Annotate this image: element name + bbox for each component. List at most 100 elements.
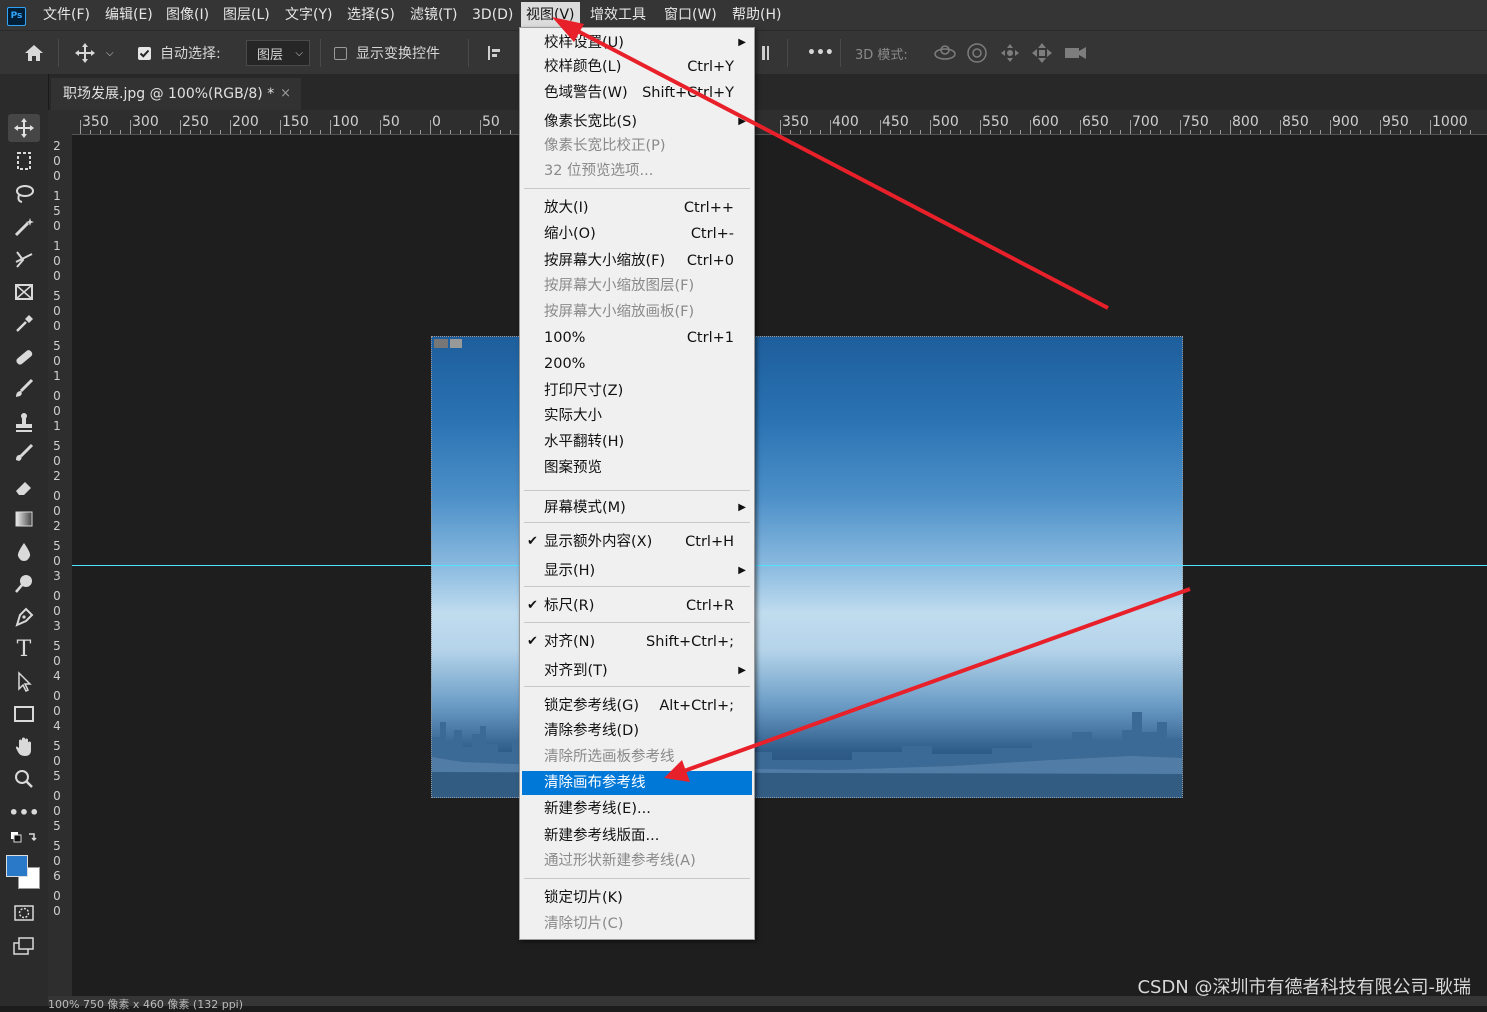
zoom-tool-icon[interactable] [8, 765, 40, 793]
view-menu-item[interactable]: 像素长宽比(S) ▶ [522, 110, 752, 134]
view-menu-item[interactable]: 新建参考线版面... [522, 824, 752, 848]
view-menu-item[interactable]: 图案预览 [522, 456, 752, 480]
dodge-tool-icon[interactable] [8, 570, 40, 598]
ruler-label: 0 [53, 889, 61, 903]
foreground-color-swatch[interactable] [6, 855, 28, 877]
view-menu-item[interactable]: 校样设置(U) ▶ [522, 31, 752, 55]
hand-tool-icon[interactable] [8, 733, 40, 761]
checkmark-icon: ✔ [527, 598, 538, 613]
move-tool-preset-icon[interactable]: ⌵ [74, 31, 114, 75]
view-menu-item[interactable]: 锁定切片(K) [522, 886, 752, 910]
ruler-label: 0 [53, 904, 61, 918]
view-menu-item[interactable]: 清除参考线(D) [522, 719, 752, 743]
horizontal-guide-line[interactable] [72, 565, 1487, 566]
horizontal-ruler[interactable]: 350 300 250 200 150 100 50 0 50 350 400 450 500 550 60… [72, 110, 1487, 135]
ruler-label: 2 [53, 139, 61, 153]
ruler-label: 0 [53, 604, 61, 618]
menu-edit[interactable]: 编辑(E) [100, 0, 158, 30]
brush-tool-icon[interactable] [8, 375, 40, 403]
screen-mode-icon[interactable] [8, 932, 40, 960]
view-menu-item[interactable]: ✔ 标尺(R) Ctrl+R [522, 594, 752, 618]
view-menu-item-shortcut: Ctrl+0 [686, 253, 734, 269]
view-menu-item[interactable]: ✔ 显示额外内容(X) Ctrl+H [522, 530, 752, 554]
view-menu-item[interactable]: 放大(I) Ctrl++ [522, 196, 752, 220]
rectangle-tool-icon[interactable] [8, 700, 40, 728]
view-menu-item[interactable]: 实际大小 [522, 404, 752, 428]
magic-wand-icon[interactable] [8, 213, 40, 241]
view-menu-item[interactable]: 显示(H) ▶ [522, 559, 752, 583]
ruler-tick [1200, 130, 1201, 134]
3d-slide-icon[interactable] [1031, 31, 1053, 75]
menu-layer[interactable]: 图层(L) [218, 0, 275, 30]
ruler-tick [910, 130, 911, 134]
view-menu-item[interactable]: 色域警告(W) Shift+Ctrl+Y [522, 81, 752, 105]
menu-image[interactable]: 图像(I) [161, 0, 214, 30]
type-tool-icon[interactable]: T [8, 635, 40, 663]
align-left-icon[interactable] [486, 31, 504, 75]
menu-file[interactable]: 文件(F) [38, 0, 95, 30]
marquee-tool-icon[interactable] [8, 147, 40, 175]
canvas-area[interactable] [72, 135, 1487, 1006]
view-menu-item-shortcut: Ctrl+H [685, 534, 734, 550]
view-menu-item[interactable]: 水平翻转(H) [522, 430, 752, 454]
vertical-ruler[interactable]: 2001501005005010015020025030035040045050… [48, 134, 73, 1006]
view-menu-item[interactable]: ✔ 对齐(N) Shift+Ctrl+; [522, 630, 752, 654]
color-swatches[interactable] [6, 855, 40, 889]
crop-tool-icon[interactable] [8, 245, 40, 273]
ruler-tick [1390, 130, 1391, 134]
view-menu-item[interactable]: 打印尺寸(Z) [522, 379, 752, 403]
menu-plugins[interactable]: 增效工具 [585, 0, 651, 30]
distribute-icon[interactable] [758, 31, 772, 75]
view-menu-item[interactable]: 校样颜色(L) Ctrl+Y [522, 55, 752, 79]
checkmark-icon: ✔ [527, 534, 538, 549]
view-menu-item[interactable]: 按屏幕大小缩放(F) Ctrl+0 [522, 249, 752, 273]
3d-orbit-icon[interactable] [932, 31, 958, 75]
view-menu-item: 按屏幕大小缩放图层(F) [522, 274, 752, 298]
menu-select[interactable]: 选择(S) [342, 0, 400, 30]
view-menu-item[interactable]: 缩小(O) Ctrl+- [522, 222, 752, 246]
ruler-label: 850 [1282, 114, 1309, 130]
menu-window[interactable]: 窗口(W) [659, 0, 722, 30]
history-brush-icon[interactable] [8, 440, 40, 468]
ruler-tick [230, 120, 231, 134]
close-icon[interactable]: × [280, 78, 291, 110]
eraser-icon[interactable] [8, 473, 40, 501]
menu-filter[interactable]: 滤镜(T) [405, 0, 462, 30]
document-tab[interactable]: 职场发展.jpg @ 100%(RGB/8) * × [51, 78, 301, 110]
view-menu-item[interactable]: 清除画布参考线 [522, 771, 752, 795]
more-options-icon[interactable]: ••• [807, 31, 834, 75]
menu-3d[interactable]: 3D(D) [467, 0, 518, 30]
ruler-tick [330, 120, 331, 134]
menu-type[interactable]: 文字(Y) [280, 0, 337, 30]
more-tools-icon[interactable]: ••• [8, 798, 40, 826]
pen-tool-icon[interactable] [8, 603, 40, 631]
show-transform-checkbox[interactable]: 显示变换控件 [334, 31, 440, 75]
ruler-tick [780, 120, 781, 134]
default-colors-icon[interactable] [8, 828, 40, 848]
frame-tool-icon[interactable] [8, 278, 40, 306]
layer-select-dropdown[interactable]: 图层 ⌵ [246, 40, 310, 66]
eyedropper-icon[interactable] [8, 310, 40, 338]
gradient-tool-icon[interactable] [8, 505, 40, 533]
home-icon[interactable] [22, 31, 46, 75]
healing-brush-icon[interactable] [8, 343, 40, 371]
show-transform-label: 显示变换控件 [356, 46, 440, 62]
3d-pan-icon[interactable] [999, 31, 1021, 75]
view-menu-item[interactable]: 新建参考线(E)... [522, 797, 752, 821]
menu-help[interactable]: 帮助(H) [727, 0, 786, 30]
view-menu-item[interactable]: 锁定参考线(G) Alt+Ctrl+; [522, 694, 752, 718]
view-menu-item[interactable]: 屏幕模式(M) ▶ [522, 496, 752, 520]
3d-camera-icon[interactable] [1063, 31, 1089, 75]
lasso-tool-icon[interactable] [8, 180, 40, 208]
stamp-tool-icon[interactable] [8, 408, 40, 436]
blur-tool-icon[interactable] [8, 538, 40, 566]
move-tool-icon[interactable] [8, 114, 40, 142]
auto-select-checkbox[interactable]: 自动选择: [138, 31, 221, 75]
menu-view[interactable]: 视图(V) [521, 2, 580, 28]
view-menu-item[interactable]: 100% Ctrl+1 [522, 326, 752, 350]
view-menu-item[interactable]: 对齐到(T) ▶ [522, 659, 752, 683]
quick-mask-icon[interactable] [8, 899, 40, 927]
path-selection-icon[interactable] [8, 668, 40, 696]
3d-roll-icon[interactable] [966, 31, 988, 75]
view-menu-item[interactable]: 200% [522, 352, 752, 376]
